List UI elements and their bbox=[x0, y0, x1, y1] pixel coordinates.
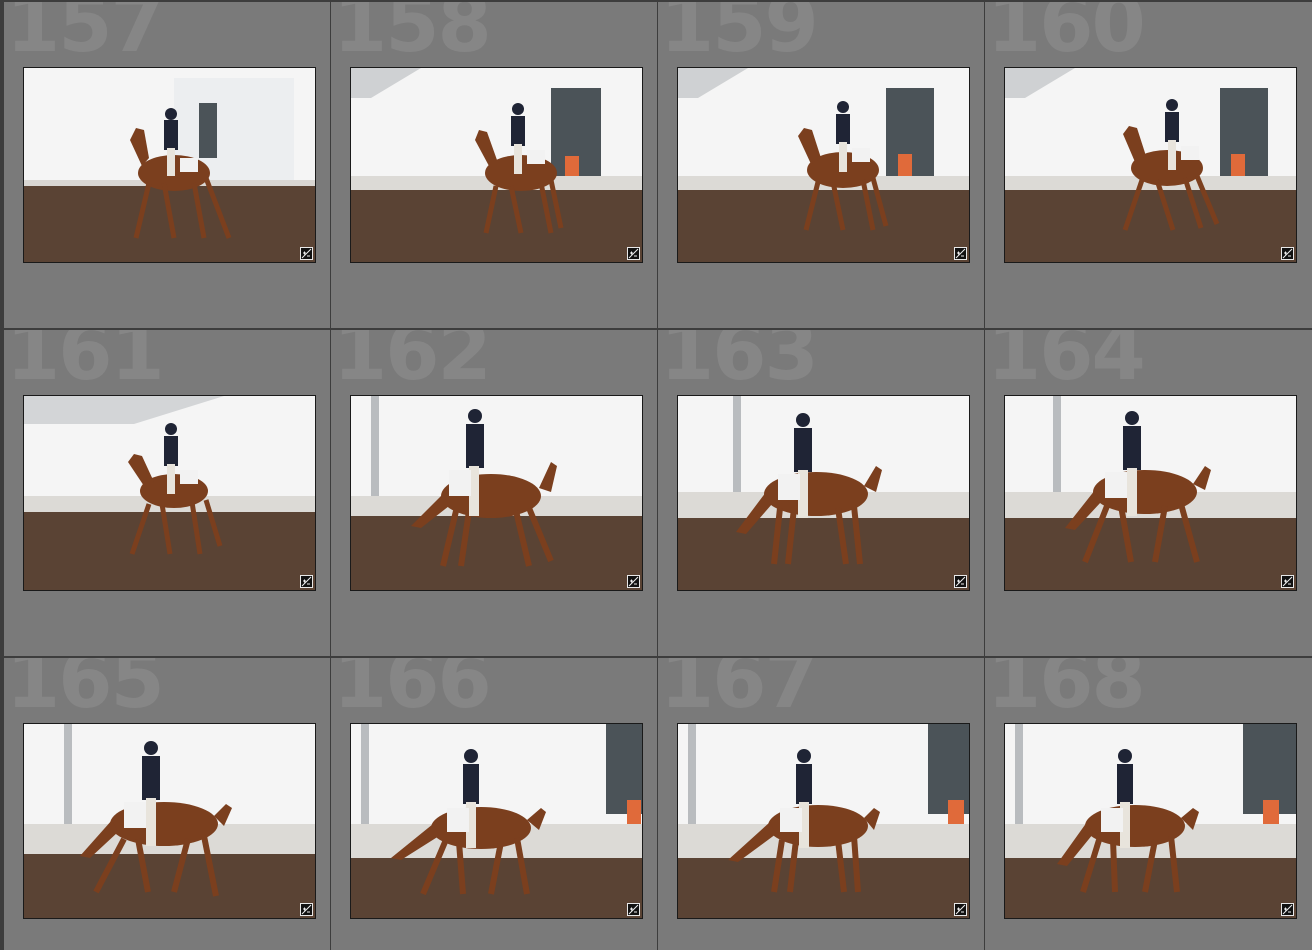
cell-index-number: 157 bbox=[6, 2, 165, 70]
horse-rider-photo-icon bbox=[1005, 724, 1296, 918]
grid-cell[interactable]: 161 bbox=[4, 330, 330, 656]
grid-cell[interactable]: 160 bbox=[985, 2, 1312, 328]
photo-thumbnail[interactable] bbox=[677, 395, 970, 591]
photo-thumbnail[interactable] bbox=[350, 67, 643, 263]
develop-adjustments-icon[interactable] bbox=[954, 903, 967, 916]
horse-rider-photo-icon bbox=[678, 724, 969, 918]
horse-rider-photo-icon bbox=[1005, 68, 1296, 262]
grid-cell[interactable]: 157 bbox=[4, 2, 330, 328]
cell-index-number: 160 bbox=[987, 2, 1146, 70]
horse-rider-photo-icon bbox=[351, 724, 642, 918]
develop-adjustments-icon[interactable] bbox=[627, 903, 640, 916]
photo-thumbnail[interactable] bbox=[23, 395, 316, 591]
grid-cell[interactable]: 162 bbox=[331, 330, 657, 656]
cell-index-number: 159 bbox=[660, 2, 819, 70]
grid-cell[interactable]: 164 bbox=[985, 330, 1312, 656]
horse-rider-photo-icon bbox=[678, 68, 969, 262]
photo-thumbnail[interactable] bbox=[1004, 395, 1297, 591]
develop-adjustments-icon[interactable] bbox=[1281, 247, 1294, 260]
cell-index-number: 168 bbox=[987, 658, 1146, 726]
develop-adjustments-icon[interactable] bbox=[300, 903, 313, 916]
cell-index-number: 164 bbox=[987, 330, 1146, 398]
horse-rider-photo-icon bbox=[24, 396, 315, 590]
develop-adjustments-icon[interactable] bbox=[300, 575, 313, 588]
grid-cell[interactable]: 166 bbox=[331, 658, 657, 950]
photo-thumbnail[interactable] bbox=[350, 723, 643, 919]
cell-index-number: 161 bbox=[6, 330, 165, 398]
photo-thumbnail[interactable] bbox=[1004, 67, 1297, 263]
develop-adjustments-icon[interactable] bbox=[954, 575, 967, 588]
cell-index-number: 165 bbox=[6, 658, 165, 726]
horse-rider-photo-icon bbox=[351, 396, 642, 590]
thumbnail-grid: 157 158 159 160 161 162 163 164 165 166 … bbox=[0, 0, 1312, 950]
cell-index-number: 163 bbox=[660, 330, 819, 398]
grid-cell[interactable]: 159 bbox=[658, 2, 984, 328]
horse-rider-photo-icon bbox=[351, 68, 642, 262]
photo-thumbnail[interactable] bbox=[23, 723, 316, 919]
horse-rider-photo-icon bbox=[24, 68, 315, 262]
develop-adjustments-icon[interactable] bbox=[954, 247, 967, 260]
photo-thumbnail[interactable] bbox=[1004, 723, 1297, 919]
horse-rider-photo-icon bbox=[678, 396, 969, 590]
grid-cell[interactable]: 165 bbox=[4, 658, 330, 950]
develop-adjustments-icon[interactable] bbox=[1281, 575, 1294, 588]
grid-cell[interactable]: 163 bbox=[658, 330, 984, 656]
photo-thumbnail[interactable] bbox=[350, 395, 643, 591]
photo-thumbnail[interactable] bbox=[677, 723, 970, 919]
grid-cell[interactable]: 158 bbox=[331, 2, 657, 328]
horse-rider-photo-icon bbox=[24, 724, 315, 918]
develop-adjustments-icon[interactable] bbox=[300, 247, 313, 260]
horse-rider-photo-icon bbox=[1005, 396, 1296, 590]
cell-index-number: 158 bbox=[333, 2, 492, 70]
develop-adjustments-icon[interactable] bbox=[627, 575, 640, 588]
grid-cell[interactable]: 168 bbox=[985, 658, 1312, 950]
photo-thumbnail[interactable] bbox=[677, 67, 970, 263]
develop-adjustments-icon[interactable] bbox=[1281, 903, 1294, 916]
cell-index-number: 162 bbox=[333, 330, 492, 398]
develop-adjustments-icon[interactable] bbox=[627, 247, 640, 260]
grid-cell[interactable]: 167 bbox=[658, 658, 984, 950]
cell-index-number: 167 bbox=[660, 658, 819, 726]
cell-index-number: 166 bbox=[333, 658, 492, 726]
photo-thumbnail[interactable] bbox=[23, 67, 316, 263]
